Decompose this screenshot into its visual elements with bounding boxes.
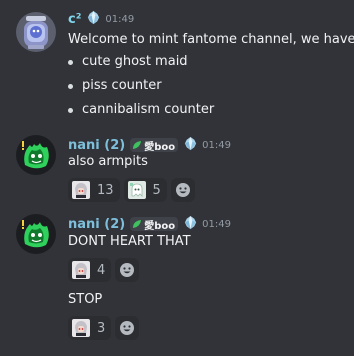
reaction-count: 4 [97, 262, 106, 278]
reaction-count: 5 [152, 182, 161, 198]
message-text: Welcome to mint fantome channel, we have… [68, 32, 354, 47]
list-item: cute ghost maid [68, 53, 214, 77]
author-name[interactable]: nani (2) [68, 217, 125, 232]
crystal-badge-icon[interactable] [178, 136, 198, 155]
green-leaf-icon [133, 141, 142, 149]
ghost-sticker-emoji [127, 181, 146, 199]
message-3-header: nani (2) 愛boo 01:49 [68, 215, 231, 233]
reaction-count: 13 [97, 182, 114, 198]
smiley-add-icon [120, 263, 135, 277]
timestamp: 01:49 [202, 139, 231, 151]
maid-sticker-emoji [72, 319, 90, 337]
smiley-add-icon [175, 183, 190, 197]
timestamp: 01:49 [202, 218, 231, 230]
reaction-maid-sticker[interactable]: 4 [68, 258, 112, 282]
server-tag-label: 愛boo [144, 220, 176, 232]
reaction-bar: 4 [68, 258, 140, 282]
author-name[interactable]: nani (2) [68, 138, 125, 153]
server-tag-badge[interactable]: 愛boo [130, 138, 179, 153]
add-reaction-button[interactable] [115, 316, 140, 340]
avatar-green-ghost[interactable] [16, 214, 56, 254]
add-reaction-button[interactable] [115, 258, 140, 282]
message-1-header: c² 01:49 [68, 10, 134, 28]
green-leaf-icon [133, 220, 142, 228]
author-name[interactable]: c² [68, 12, 81, 27]
list-item: cannibalism counter [68, 101, 214, 125]
reaction-maid-sticker[interactable]: 3 [68, 316, 112, 340]
reaction-bar: 13 5 [68, 178, 195, 202]
smiley-add-icon [120, 321, 135, 335]
message-2-header: nani (2) 愛boo 01:49 [68, 136, 231, 154]
crystal-badge-icon[interactable] [178, 215, 198, 234]
reaction-maid-sticker[interactable]: 13 [68, 178, 120, 202]
message-text: also armpits [68, 154, 148, 169]
crystal-badge-icon[interactable] [81, 10, 101, 29]
maid-sticker-emoji [72, 261, 90, 279]
server-tag-label: 愛boo [144, 141, 176, 153]
list-item: piss counter [68, 77, 214, 101]
chat-view: c² 01:49 Welcome to mint fantome channel… [0, 0, 354, 356]
message-text: STOP [68, 292, 103, 307]
timestamp: 01:49 [105, 13, 135, 25]
reaction-bar: 3 [68, 316, 140, 340]
avatar-ghost-jar[interactable] [16, 12, 56, 52]
maid-sticker-emoji [72, 181, 90, 199]
avatar-green-ghost[interactable] [16, 135, 56, 175]
add-reaction-button[interactable] [170, 178, 195, 202]
bullet-dot [68, 84, 73, 89]
bullet-dot [68, 108, 73, 113]
reaction-ghost-sticker[interactable]: 5 [123, 178, 167, 202]
bullet-dot [68, 60, 73, 65]
bullet-list: cute ghost maid piss counter cannibalism… [68, 53, 214, 125]
message-text: DONT HEART THAT [68, 234, 191, 249]
reaction-count: 3 [97, 320, 106, 336]
server-tag-badge[interactable]: 愛boo [130, 217, 179, 232]
